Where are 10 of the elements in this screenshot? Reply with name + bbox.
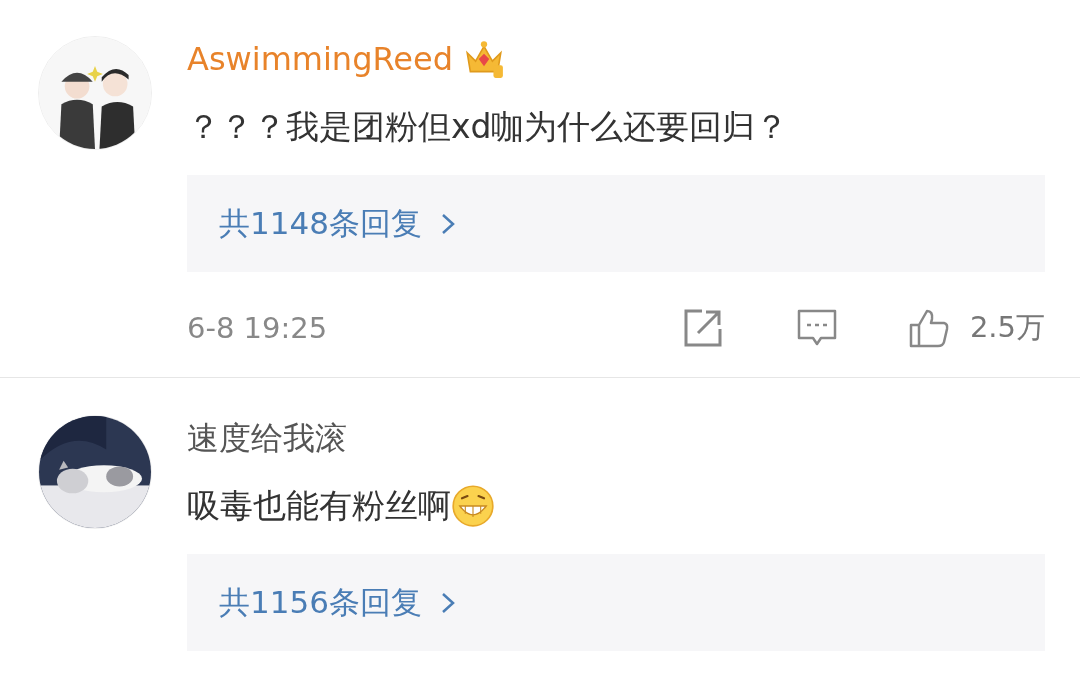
user-name[interactable]: AswimmingReed <box>187 36 453 82</box>
thumbs-up-icon[interactable] <box>907 307 950 349</box>
replies-button[interactable]: 共1156条回复 <box>187 554 1045 651</box>
comment-time: 6-8 19:25 <box>187 311 329 345</box>
comment-text: 吸毒也能有粉丝啊 <box>187 485 451 527</box>
user-name[interactable]: 速度给我滚 <box>187 415 347 461</box>
like-count: 2.5万 <box>969 309 1045 346</box>
grin-emoji-icon <box>451 484 495 528</box>
replies-button[interactable]: 共1148条回复 <box>187 175 1045 272</box>
comment-text: ？？？我是团粉但xd咖为什么还要回归？ <box>187 106 789 148</box>
